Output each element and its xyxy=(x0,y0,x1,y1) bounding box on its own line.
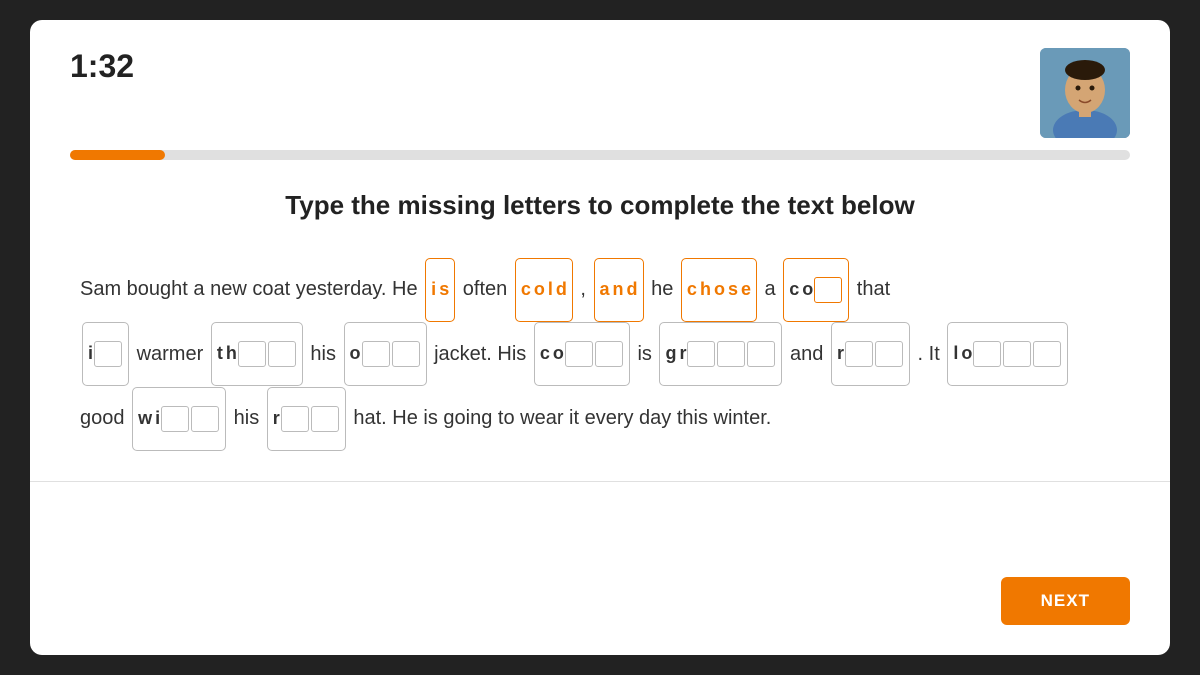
gap-input-8[interactable] xyxy=(595,341,623,367)
gap-input-16[interactable] xyxy=(1033,341,1061,367)
line1-prefix: Sam bought a new coat yesterday. He xyxy=(80,278,418,300)
word-r-gap[interactable]: r xyxy=(831,322,910,386)
gap-input-18[interactable] xyxy=(191,406,219,432)
gap-input-3[interactable] xyxy=(238,341,266,367)
word-co-gap2[interactable]: c o xyxy=(534,322,630,386)
word-o-gap[interactable]: o xyxy=(344,322,427,386)
text-area: Sam bought a new coat yesterday. He i s … xyxy=(70,257,1130,451)
gap-input-2[interactable] xyxy=(94,341,122,367)
line1-suffix: that xyxy=(857,278,890,300)
gap-input-20[interactable] xyxy=(311,406,339,432)
word-chose[interactable]: c h o s e xyxy=(681,258,757,322)
gap-input-17[interactable] xyxy=(161,406,189,432)
gap-input-1[interactable] xyxy=(814,277,842,303)
word-th-gap[interactable]: t h xyxy=(211,322,303,386)
letter-i: i xyxy=(431,261,436,319)
progress-bar-fill xyxy=(70,150,165,160)
word-co-gap[interactable]: c o xyxy=(783,258,849,322)
word-gr-gap[interactable]: g r xyxy=(659,322,782,386)
gap-input-15[interactable] xyxy=(1003,341,1031,367)
avatar xyxy=(1040,48,1130,138)
word-and[interactable]: a n d xyxy=(594,258,644,322)
word-cold[interactable]: c o l d xyxy=(515,258,573,322)
letter-s: s xyxy=(439,261,449,319)
instruction-text: Type the missing letters to complete the… xyxy=(70,190,1130,221)
progress-bar-container xyxy=(70,150,1130,160)
main-card: 1:32 xyxy=(30,20,1170,655)
gap-input-19[interactable] xyxy=(281,406,309,432)
timer-display: 1:32 xyxy=(70,48,134,85)
gap-input-9[interactable] xyxy=(687,341,715,367)
gap-input-6[interactable] xyxy=(392,341,420,367)
gap-input-7[interactable] xyxy=(565,341,593,367)
gap-input-12[interactable] xyxy=(845,341,873,367)
divider xyxy=(30,481,1170,482)
word-r-gap2[interactable]: r xyxy=(267,387,346,451)
gap-input-14[interactable] xyxy=(973,341,1001,367)
gap-input-10[interactable] xyxy=(717,341,745,367)
line3-suffix: hat. He is going to wear it every day th… xyxy=(353,407,771,429)
gap-input-5[interactable] xyxy=(362,341,390,367)
next-button[interactable]: NEXT xyxy=(1001,577,1130,625)
word-lo-gap[interactable]: l o xyxy=(947,322,1068,386)
gap-input-11[interactable] xyxy=(747,341,775,367)
gap-input-4[interactable] xyxy=(268,341,296,367)
word-is[interactable]: i s xyxy=(425,258,455,322)
header: 1:32 xyxy=(70,48,1130,138)
word-wi-gap[interactable]: w i xyxy=(132,387,226,451)
word-i-gap[interactable]: i xyxy=(82,322,129,386)
gap-input-13[interactable] xyxy=(875,341,903,367)
often-text: often xyxy=(463,278,513,300)
